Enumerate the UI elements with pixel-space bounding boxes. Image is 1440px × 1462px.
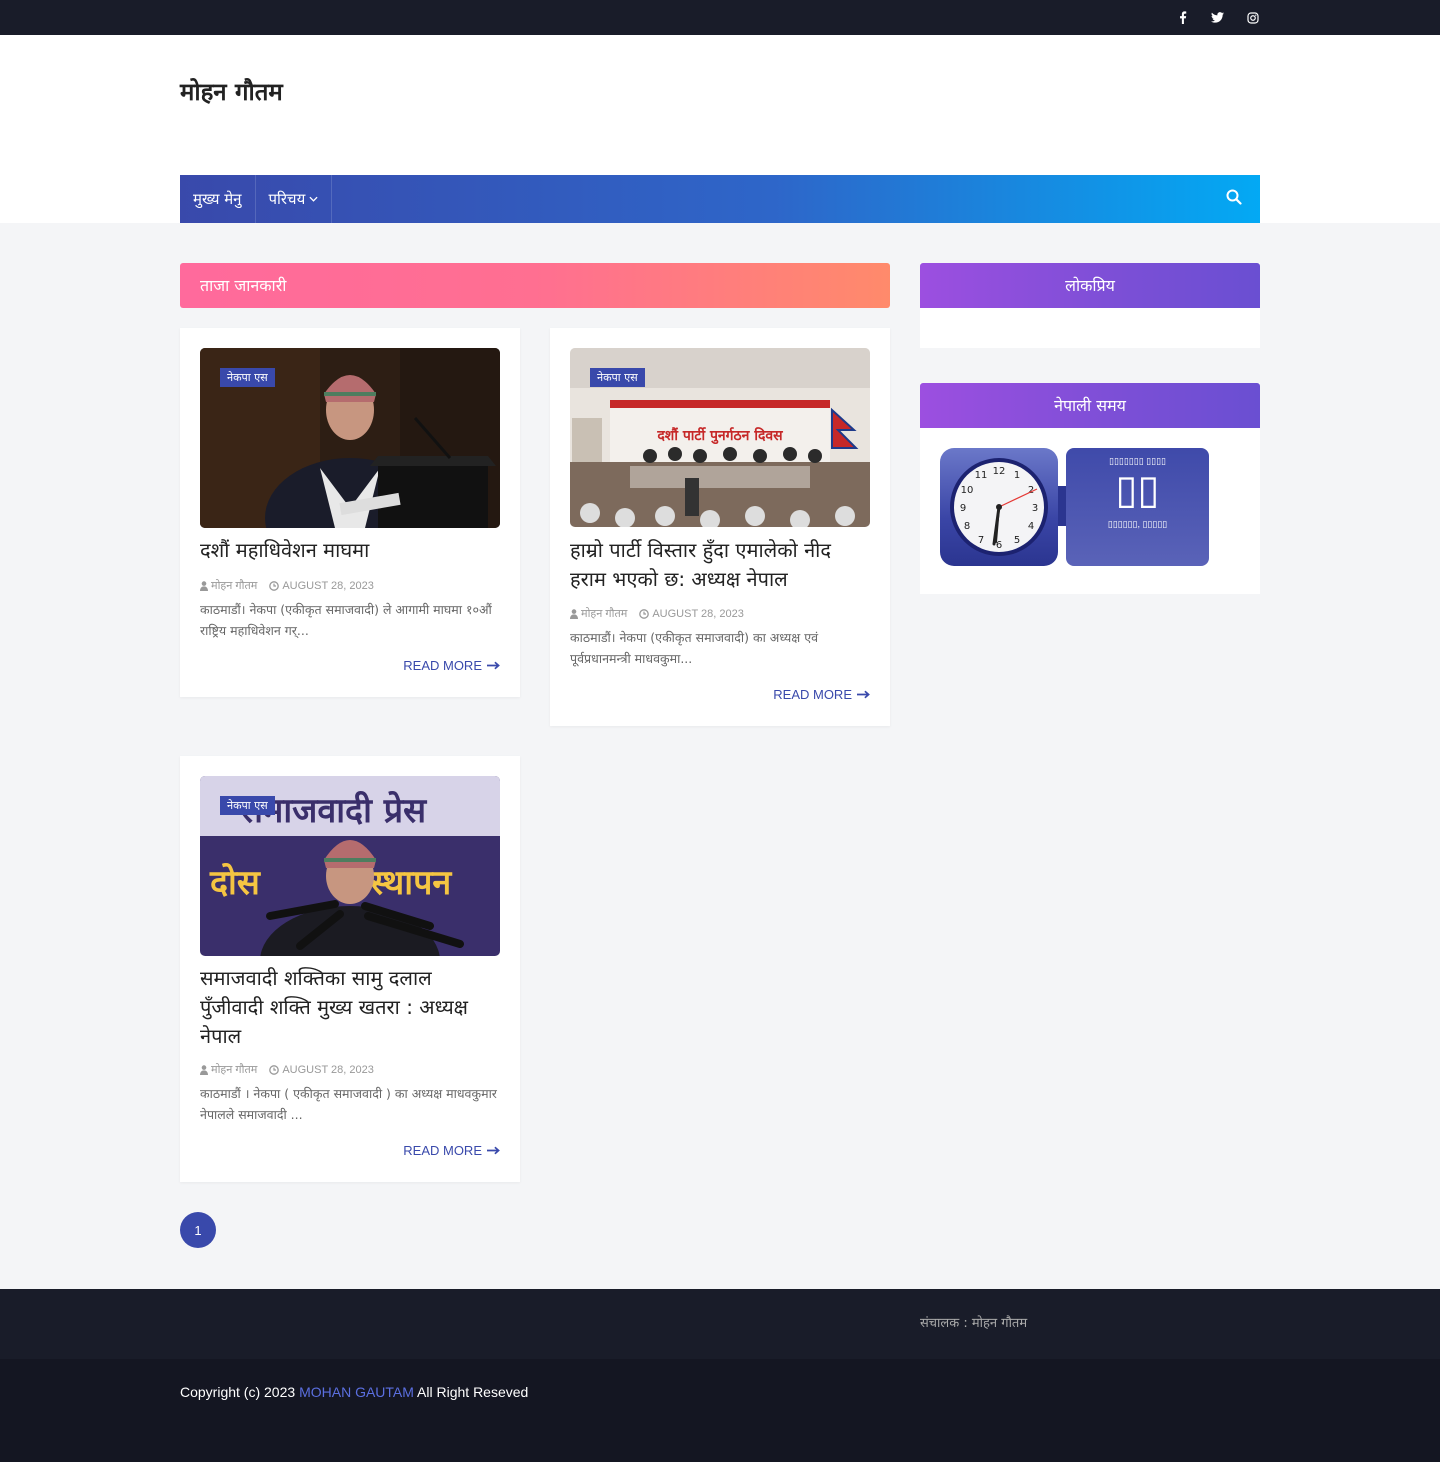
clock-icon (269, 1064, 280, 1075)
clock-numeral: 8 (964, 521, 970, 532)
post-date: August 28, 2023 (269, 1062, 374, 1077)
read-more-link[interactable]: READ MORE (403, 1143, 500, 1158)
clock-connector (1058, 486, 1066, 526)
footer-bottom: Copyright (c) 2023 MOHAN GAUTAM All Righ… (0, 1359, 1440, 1462)
author[interactable]: मोहन गौतम (570, 606, 627, 621)
author-name: मोहन गौतम (211, 580, 258, 592)
operator-text: संचालक : मोहन गौतम (920, 1316, 1028, 1331)
read-more-label: READ MORE (403, 1143, 482, 1158)
clock-icon (639, 608, 650, 619)
main-navbar: मुख्य मेनु परिचय (180, 175, 1260, 223)
section-title: ताजा जानकारी (180, 263, 890, 308)
date-day: ▯▯ (1115, 468, 1160, 512)
clock-numeral: 3 (1032, 503, 1038, 514)
clock-numeral: 9 (960, 503, 966, 514)
date-text: August 28, 2023 (652, 607, 744, 620)
read-more-label: READ MORE (773, 687, 852, 702)
facebook-icon[interactable] (1173, 0, 1193, 35)
read-more-link[interactable]: READ MORE (403, 658, 500, 673)
date-text: August 28, 2023 (282, 1063, 374, 1076)
author-name: मोहन गौतम (581, 608, 628, 620)
author-name: मोहन गौतम (211, 1064, 258, 1076)
arrow-right-icon (857, 690, 870, 699)
arrow-right-icon (487, 661, 500, 670)
copyright: Copyright (c) 2023 MOHAN GAUTAM All Righ… (180, 1384, 528, 1400)
post-excerpt: काठमाडौं। नेकपा (एकीकृत समाजवादी) का अध्… (570, 630, 819, 666)
widget-title: लोकप्रिय (920, 263, 1260, 308)
post-date: August 28, 2023 (639, 606, 744, 621)
user-icon (570, 608, 578, 619)
clock-numeral: 11 (975, 470, 988, 481)
category-badge[interactable]: नेकपा एस (590, 368, 645, 387)
nepali-time-widget: नेपाली समय 12 1 2 3 4 5 6 7 8 9 10 11 ▯▯… (920, 383, 1260, 594)
nav-item-main-menu[interactable]: मुख्य मेनु (180, 175, 256, 223)
clock-numeral: 10 (961, 485, 974, 496)
post-date: August 28, 2023 (269, 578, 374, 593)
svg-text:दशौं पार्टी पुनर्गठन दिवस: दशौं पार्टी पुनर्गठन दिवस (656, 427, 783, 445)
post-excerpt: काठमाडौं । नेकपा ( एकीकृत समाजवादी ) का … (200, 1086, 497, 1122)
post-card: समाजवादी प्रेस स्थापन दोस नेकपा एस समाजव… (180, 756, 520, 1182)
brand-link[interactable]: MOHAN GAUTAM (299, 1384, 414, 1400)
user-icon (200, 580, 208, 591)
author[interactable]: मोहन गौतम (200, 578, 257, 593)
clock-numeral: 5 (1014, 535, 1020, 546)
date-weekday: ▯▯▯▯▯▯, ▯▯▯▯▯ (1107, 519, 1168, 529)
category-badge[interactable]: नेकपा एस (220, 796, 275, 815)
svg-text:स्थापन: स्थापन (369, 863, 452, 903)
analog-clock: 12 1 2 3 4 5 6 7 8 9 10 11 (940, 448, 1058, 566)
twitter-icon[interactable] (1207, 0, 1227, 35)
nav-item-label: मुख्य मेनु (193, 190, 242, 208)
nav-item-introduction[interactable]: परिचय (256, 175, 333, 223)
post-card: दशौं पार्टी पुनर्गठन दिवस नेकपा एस हाम्र… (550, 328, 890, 726)
post-meta: मोहन गौतम August 28, 2023 (570, 606, 744, 621)
clock-numeral: 12 (993, 466, 1006, 477)
clock-numeral: 4 (1028, 521, 1034, 532)
post-card: नेकपा एस दशौं महाधिवेशन माघमा मोहन गौतम … (180, 328, 520, 697)
header: मोहन गौतम मुख्य मेनु परिचय (0, 35, 1440, 223)
instagram-icon[interactable] (1243, 0, 1263, 35)
category-badge[interactable]: नेकपा एस (220, 368, 275, 387)
copyright-suffix: All Right Reseved (417, 1384, 529, 1400)
post-excerpt: काठमाडौं। नेकपा (एकीकृत समाजवादी) ले आगा… (200, 602, 492, 638)
post-meta: मोहन गौतम August 28, 2023 (200, 1062, 374, 1077)
read-more-link[interactable]: READ MORE (773, 687, 870, 702)
author[interactable]: मोहन गौतम (200, 1062, 257, 1077)
post-meta: मोहन गौतम August 28, 2023 (200, 578, 374, 593)
read-more-label: READ MORE (403, 658, 482, 673)
user-icon (200, 1064, 208, 1075)
nav-item-label: परिचय (268, 190, 306, 208)
post-title[interactable]: समाजवादी शक्तिका सामु दलाल पुँजीवादी शक्… (200, 964, 500, 1051)
svg-text:दोस: दोस (209, 862, 261, 903)
popular-widget: लोकप्रिय (920, 263, 1260, 348)
post-title[interactable]: दशौं महाधिवेशन माघमा (200, 536, 500, 565)
clock-numeral: 1 (1014, 470, 1020, 481)
search-icon[interactable] (1226, 189, 1246, 209)
site-title[interactable]: मोहन गौतम (180, 75, 283, 108)
nepali-date-box: ▯▯▯▯▯▯▯ ▯▯▯▯ ▯▯ ▯▯▯▯▯▯, ▯▯▯▯▯ (1066, 448, 1209, 566)
arrow-right-icon (487, 1146, 500, 1155)
top-bar (0, 0, 1440, 35)
date-text: August 28, 2023 (282, 579, 374, 592)
clock-icon (269, 580, 280, 591)
chevron-down-icon (309, 194, 318, 205)
clock-numeral: 7 (978, 535, 984, 546)
copyright-prefix: Copyright (c) 2023 (180, 1384, 296, 1400)
post-title[interactable]: हाम्रो पार्टी विस्तार हुँदा एमालेको नीद … (570, 536, 870, 594)
footer-top: संचालक : मोहन गौतम (0, 1289, 1440, 1359)
pagination-page-1[interactable]: 1 (180, 1212, 216, 1248)
widget-title: नेपाली समय (920, 383, 1260, 428)
